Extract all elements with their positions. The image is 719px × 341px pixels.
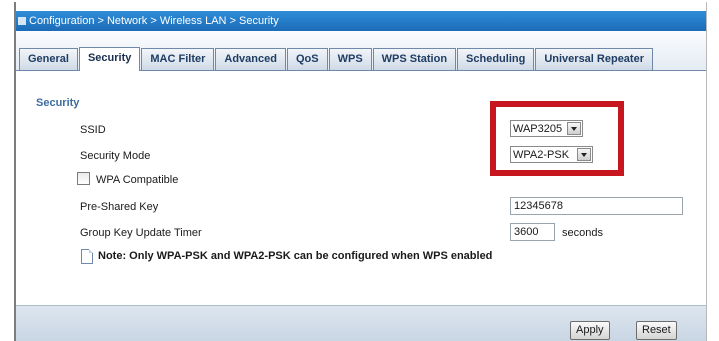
tab-advanced[interactable]: Advanced	[215, 48, 286, 70]
highlight-annotation	[490, 101, 624, 176]
tab-wps-station[interactable]: WPS Station	[372, 48, 457, 70]
timer-unit: seconds	[562, 227, 603, 239]
tab-strip: General Security MAC Filter Advanced QoS…	[16, 31, 706, 71]
psk-label: Pre-Shared Key	[80, 201, 159, 213]
section-heading: Security	[36, 97, 80, 109]
breadcrumb: Configuration > Network > Wireless LAN >…	[16, 11, 706, 31]
note-icon	[81, 249, 93, 264]
security-mode-label: Security Mode	[80, 150, 151, 162]
psk-input[interactable]: 12345678	[510, 197, 683, 215]
tab-universal-repeater[interactable]: Universal Repeater	[535, 48, 653, 70]
window-bullet-icon	[18, 17, 26, 25]
wps-note: Note: Only WPA-PSK and WPA2-PSK can be c…	[98, 250, 493, 262]
timer-label: Group Key Update Timer	[80, 227, 202, 239]
wpa-compatible-label: WPA Compatible	[96, 174, 179, 186]
tab-security[interactable]: Security	[78, 47, 141, 71]
timer-input[interactable]: 3600	[510, 223, 555, 241]
tab-general[interactable]: General	[19, 48, 78, 70]
ssid-label: SSID	[80, 124, 106, 136]
tab-mac-filter[interactable]: MAC Filter	[141, 48, 215, 70]
wpa-compatible-checkbox[interactable]	[77, 172, 90, 185]
reset-button[interactable]: Reset	[636, 321, 677, 340]
config-window: Configuration > Network > Wireless LAN >…	[14, 2, 707, 341]
tab-qos[interactable]: QoS	[286, 48, 328, 70]
button-bar: Apply Reset	[16, 305, 706, 341]
tab-scheduling[interactable]: Scheduling	[457, 48, 535, 70]
tab-wps[interactable]: WPS	[328, 48, 372, 70]
apply-button[interactable]: Apply	[570, 321, 610, 340]
breadcrumb-text: Configuration > Network > Wireless LAN >…	[29, 15, 279, 27]
